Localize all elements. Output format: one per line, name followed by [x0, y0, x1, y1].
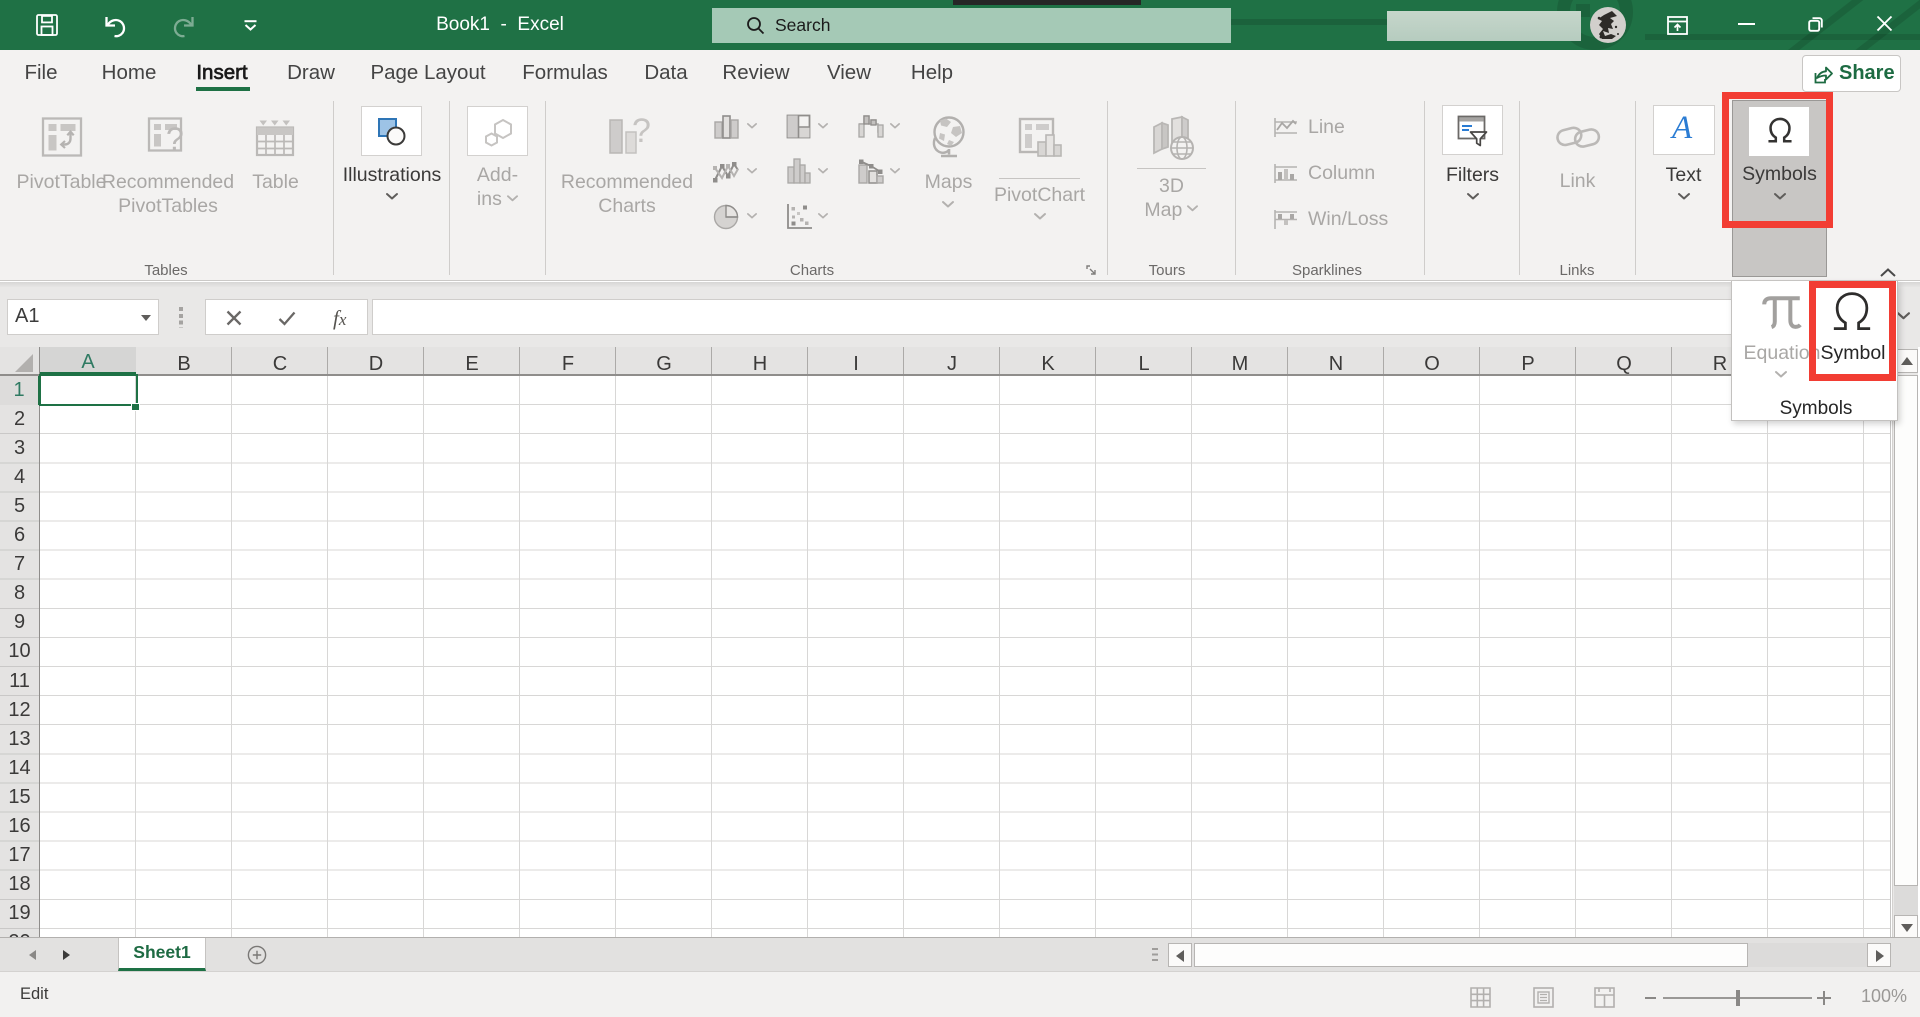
- svg-text:?: ?: [166, 121, 184, 157]
- svg-text:?: ?: [632, 112, 651, 150]
